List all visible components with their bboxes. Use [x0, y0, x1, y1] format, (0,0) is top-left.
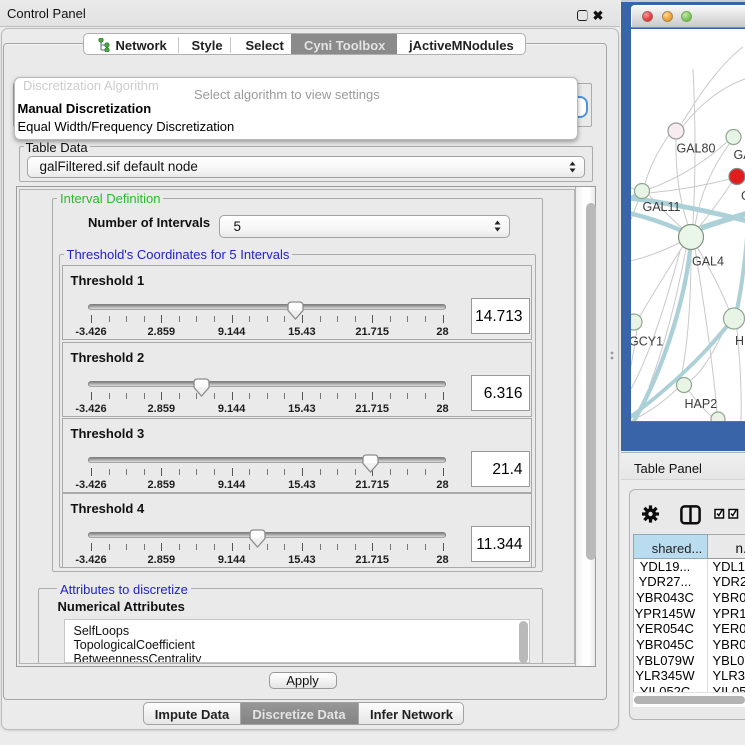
svg-text:GAL80: GAL80: [677, 141, 716, 155]
svg-text:GAL4: GAL4: [692, 254, 724, 268]
svg-text:G: G: [741, 189, 745, 203]
svg-text:GAL11: GAL11: [643, 200, 681, 214]
svg-text:HAP2: HAP2: [685, 397, 718, 411]
svg-text:H: H: [735, 334, 744, 348]
svg-text:GA: GA: [734, 148, 745, 162]
svg-text:GCY1: GCY1: [631, 334, 663, 348]
